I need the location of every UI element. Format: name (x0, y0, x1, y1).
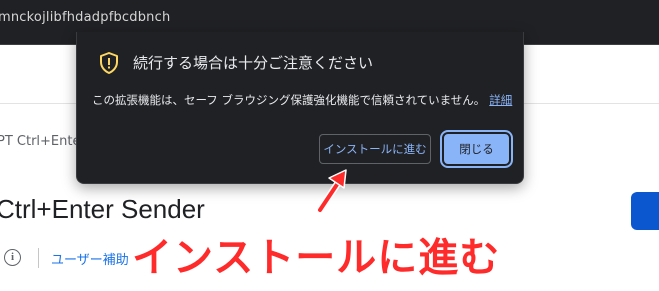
info-icon[interactable]: i (4, 249, 21, 266)
dialog-body-text: この拡張機能は、セーフ ブラウジング保護強化機能で信頼されていません。 (92, 93, 486, 107)
dialog-message: この拡張機能は、セーフ ブラウジング保護強化機能で信頼されていません。 詳細 (92, 92, 512, 108)
annotation-callout: インストールに進む (132, 235, 501, 281)
address-bar-text[interactable]: mnckojlibfhdadpfbcdbnch (0, 10, 170, 25)
shield-warning-icon (100, 52, 118, 74)
add-to-chrome-button[interactable] (631, 192, 659, 230)
breadcrumb: PT Ctrl+Ente (0, 134, 81, 149)
close-button[interactable]: 閉じる (440, 130, 513, 168)
red-arrow (316, 169, 347, 214)
extension-title: Ctrl+Enter Sender (0, 194, 205, 224)
separator (38, 248, 39, 268)
proceed-install-button[interactable]: インストールに進む (319, 134, 431, 164)
accessibility-link[interactable]: ユーザー補助 (51, 249, 129, 268)
dialog-title: 続行する場合は十分ご注意ください (133, 54, 374, 72)
details-link[interactable]: 詳細 (489, 93, 512, 107)
warning-dialog: 続行する場合は十分ご注意ください この拡張機能は、セーフ ブラウジング保護強化機… (76, 32, 524, 184)
